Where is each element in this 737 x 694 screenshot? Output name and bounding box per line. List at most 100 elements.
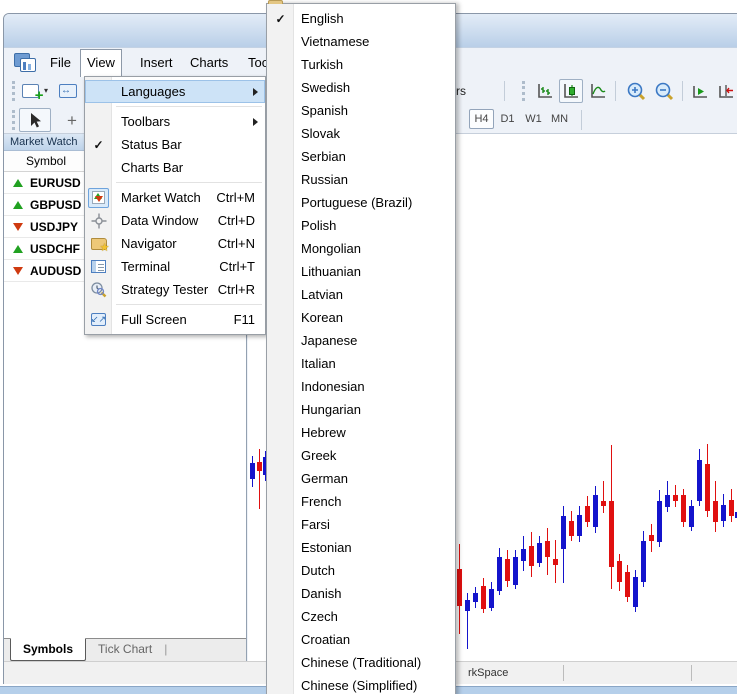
language-item-greek[interactable]: Greek (267, 444, 455, 467)
statusbar-divider (563, 665, 564, 681)
menu-separator (85, 301, 265, 308)
language-label: Mongolian (294, 241, 455, 256)
language-item-portuguese-brazil[interactable]: Portuguese (Brazil) (267, 191, 455, 214)
language-item-vietnamese[interactable]: Vietnamese (267, 30, 455, 53)
view-menu-item-terminal[interactable]: TerminalCtrl+T (85, 255, 265, 278)
menu-item-gutter (85, 260, 112, 273)
view-menu-item-navigator[interactable]: ★NavigatorCtrl+N (85, 232, 265, 255)
menu-item-label: Navigator (112, 236, 218, 251)
tab-divider: | (164, 639, 167, 661)
menu-view[interactable]: View (80, 49, 122, 77)
language-label: Italian (294, 356, 455, 371)
language-label: Polish (294, 218, 455, 233)
tab-symbols[interactable]: Symbols (10, 638, 86, 661)
view-menu-item-full-screen[interactable]: ↙↗Full ScreenF11 (85, 308, 265, 331)
language-label: English (294, 11, 455, 26)
language-item-korean[interactable]: Korean (267, 306, 455, 329)
toolbar-grip[interactable] (522, 81, 525, 101)
zoom-in-button[interactable] (624, 80, 648, 102)
cursor-tool-button[interactable] (19, 108, 51, 132)
candle-body (697, 460, 702, 501)
language-item-slovak[interactable]: Slovak (267, 122, 455, 145)
background-icon-fragment (268, 0, 283, 4)
candle-body (649, 535, 654, 541)
menu-item-gutter (85, 213, 112, 229)
candle-body (561, 516, 566, 549)
view-menu-item-toolbars[interactable]: Toolbars (85, 110, 265, 133)
language-label: German (294, 471, 455, 486)
menu-item-gutter (85, 281, 112, 298)
zoom-out-button[interactable] (652, 80, 676, 102)
view-menu-item-status-bar[interactable]: ✓Status Bar (85, 133, 265, 156)
toolbar-grip[interactable] (12, 110, 15, 130)
language-item-turkish[interactable]: Turkish (267, 53, 455, 76)
menu-item-gutter: ✓ (85, 138, 112, 152)
symbol-name: USDJPY (30, 220, 78, 234)
language-item-english[interactable]: ✓English (267, 7, 455, 30)
language-item-swedish[interactable]: Swedish (267, 76, 455, 99)
auto-scroll-button[interactable] (689, 80, 711, 102)
menu-item-shortcut: Ctrl+T (219, 259, 265, 274)
view-menu-item-data-window[interactable]: Data WindowCtrl+D (85, 209, 265, 232)
language-item-czech[interactable]: Czech (267, 605, 455, 628)
language-item-chinese-simplified[interactable]: Chinese (Simplified) (267, 674, 455, 694)
zoom-out-icon (654, 81, 674, 101)
selected-icon-box (88, 188, 109, 208)
tab-tick-chart[interactable]: Tick Chart (86, 639, 164, 661)
language-item-danish[interactable]: Danish (267, 582, 455, 605)
candle-body (257, 462, 262, 471)
candle-body (689, 506, 694, 527)
menu-separator (85, 103, 265, 110)
new-chart-icon: + (22, 84, 39, 98)
menu-item-label: Data Window (112, 213, 218, 228)
view-menu-item-strategy-tester[interactable]: Strategy TesterCtrl+R (85, 278, 265, 301)
view-menu-item-charts-bar[interactable]: Charts Bar (85, 156, 265, 179)
new-chart-button[interactable]: + (19, 81, 41, 101)
language-item-mongolian[interactable]: Mongolian (267, 237, 455, 260)
view-menu-item-languages[interactable]: Languages (85, 80, 265, 103)
language-item-hebrew[interactable]: Hebrew (267, 421, 455, 444)
timeframe-button-w1[interactable]: W1 (521, 109, 546, 129)
language-item-latvian[interactable]: Latvian (267, 283, 455, 306)
language-label: Latvian (294, 287, 455, 302)
view-menu-item-market-watch[interactable]: Market WatchCtrl+M (85, 186, 265, 209)
language-item-polish[interactable]: Polish (267, 214, 455, 237)
menu-separator (85, 179, 265, 186)
language-item-dutch[interactable]: Dutch (267, 559, 455, 582)
language-item-serbian[interactable]: Serbian (267, 145, 455, 168)
menu-file[interactable]: File (44, 49, 77, 77)
timeframe-button-mn[interactable]: MN (547, 109, 572, 129)
language-item-estonian[interactable]: Estonian (267, 536, 455, 559)
language-item-russian[interactable]: Russian (267, 168, 455, 191)
candlestick-chart-button[interactable] (559, 79, 583, 103)
toolbar-grip[interactable] (12, 81, 15, 101)
symbol-name: USDCHF (30, 242, 80, 256)
language-item-farsi[interactable]: Farsi (267, 513, 455, 536)
language-item-italian[interactable]: Italian (267, 352, 455, 375)
language-item-lithuanian[interactable]: Lithuanian (267, 260, 455, 283)
timeframe-button-h4[interactable]: H4 (469, 109, 494, 129)
profiles-button[interactable]: ↔ (56, 81, 80, 101)
language-label: Slovak (294, 126, 455, 141)
toolbar-separator (682, 81, 683, 101)
candle-body (513, 557, 518, 585)
language-label: Chinese (Traditional) (294, 655, 455, 670)
menu-insert[interactable]: Insert (134, 49, 179, 77)
timeframe-button-d1[interactable]: D1 (495, 109, 520, 129)
language-item-croatian[interactable]: Croatian (267, 628, 455, 651)
menu-item-label: Toolbars (112, 114, 265, 129)
bar-chart-button[interactable] (534, 80, 556, 102)
line-chart-button[interactable] (587, 80, 609, 102)
language-item-german[interactable]: German (267, 467, 455, 490)
language-item-chinese-traditional[interactable]: Chinese (Traditional) (267, 651, 455, 674)
down-arrow-icon (95, 196, 103, 202)
language-item-indonesian[interactable]: Indonesian (267, 375, 455, 398)
language-item-french[interactable]: French (267, 490, 455, 513)
language-item-hungarian[interactable]: Hungarian (267, 398, 455, 421)
language-item-japanese[interactable]: Japanese (267, 329, 455, 352)
candle-body (593, 495, 598, 527)
language-item-spanish[interactable]: Spanish (267, 99, 455, 122)
chart-shift-button[interactable] (715, 80, 737, 102)
new-chart-dropdown-caret[interactable]: ▾ (44, 86, 48, 95)
menu-charts[interactable]: Charts (184, 49, 234, 77)
